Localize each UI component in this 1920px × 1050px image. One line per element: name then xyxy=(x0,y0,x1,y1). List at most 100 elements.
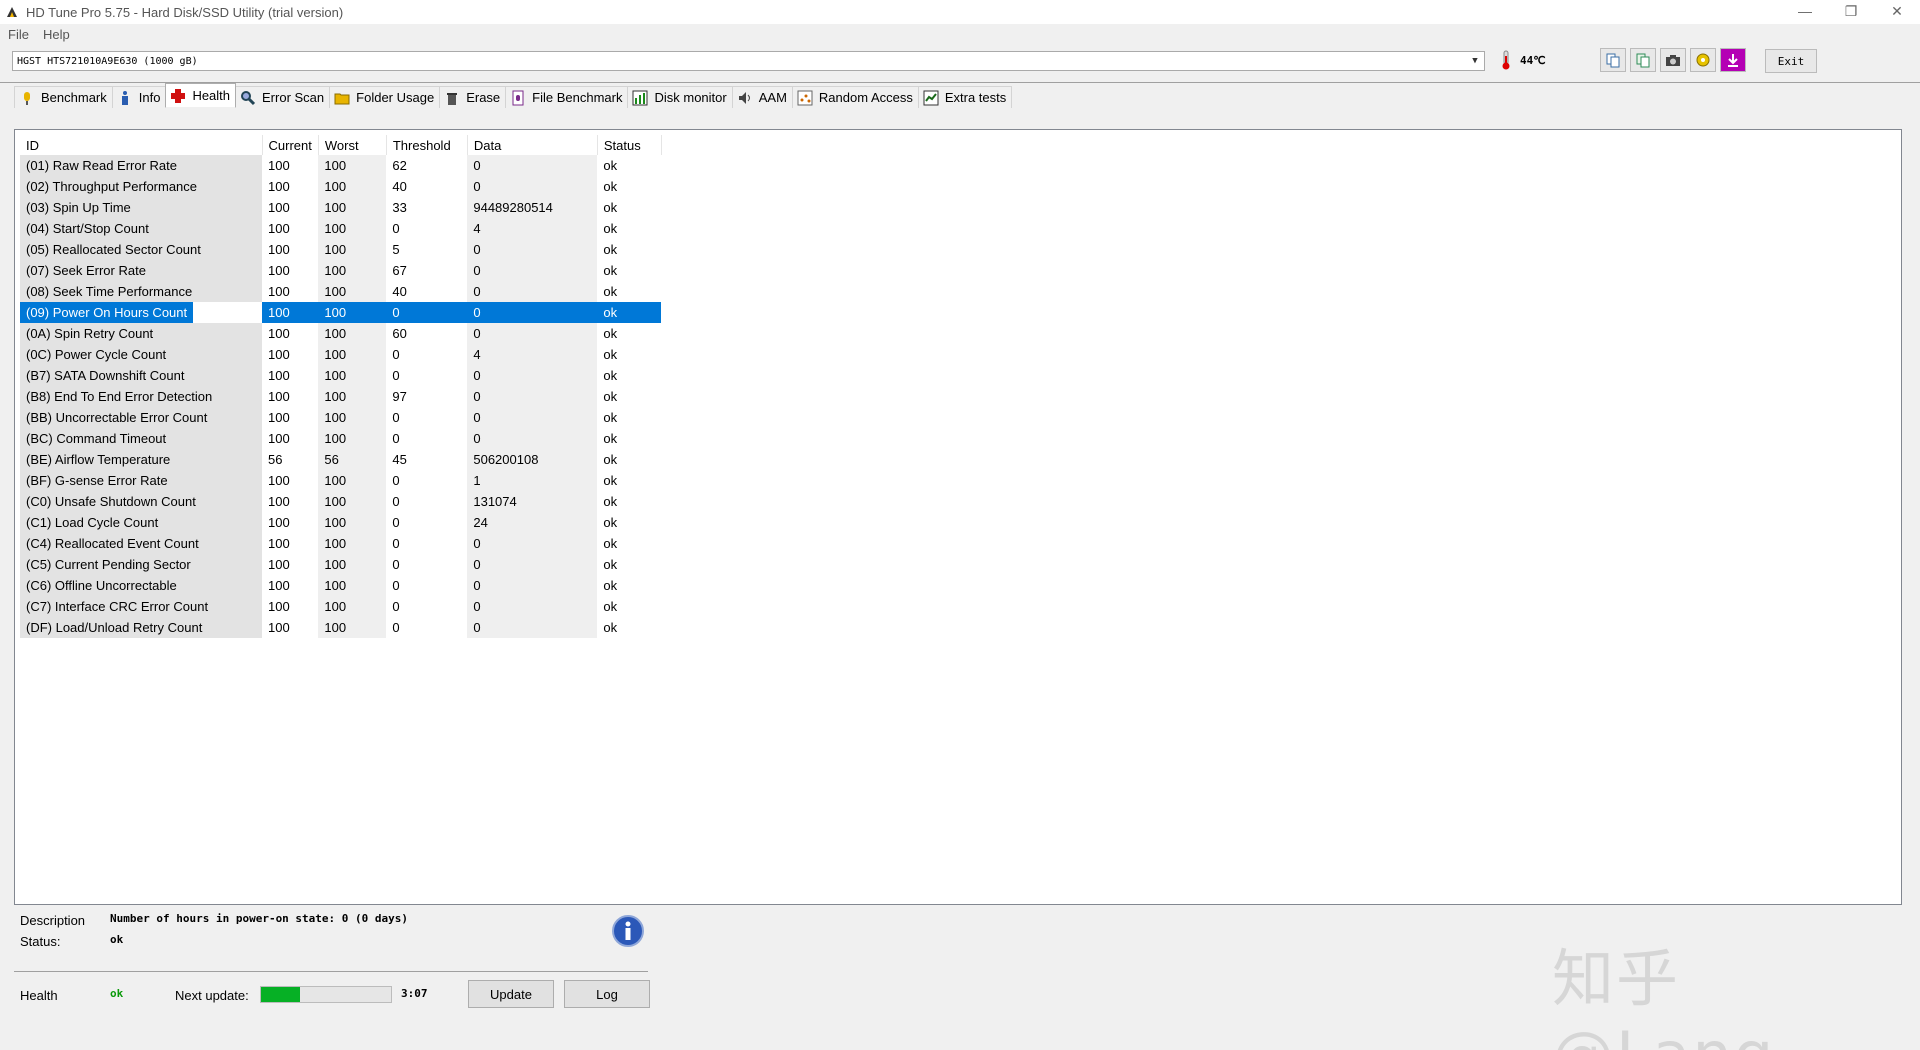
cell-id: (C7) Interface CRC Error Count xyxy=(20,596,262,617)
column-header-threshold[interactable]: Threshold xyxy=(386,135,468,155)
menu-help[interactable]: Help xyxy=(43,27,70,42)
column-header-current[interactable]: Current xyxy=(262,135,319,155)
cell-threshold: 0 xyxy=(386,302,468,323)
cell-data: 0 xyxy=(467,554,598,575)
tab-erase[interactable]: Erase xyxy=(439,86,507,108)
table-row[interactable]: (C6) Offline Uncorrectable 100 100 0 0 ok xyxy=(20,575,662,596)
cell-id: (BC) Command Timeout xyxy=(20,428,262,449)
table-row[interactable]: (08) Seek Time Performance 100 100 40 0 ok xyxy=(20,281,662,302)
restore-button[interactable]: ❐ xyxy=(1828,0,1874,22)
cell-current: 100 xyxy=(262,575,319,596)
table-row[interactable]: (03) Spin Up Time 100 100 33 94489280514 ok xyxy=(20,197,662,218)
column-header-id[interactable]: ID xyxy=(20,135,263,155)
temperature-value: 44℃ xyxy=(1520,53,1546,67)
cell-id: (09) Power On Hours Count xyxy=(20,302,262,323)
cell-current: 100 xyxy=(262,491,319,512)
tab-label: Health xyxy=(192,88,231,103)
description-label: Description xyxy=(20,913,86,928)
tab-folder-usage[interactable]: Folder Usage xyxy=(329,86,441,108)
copy-text-icon[interactable] xyxy=(1600,48,1626,72)
next-update-time: 3:07 xyxy=(401,987,428,1000)
update-button[interactable]: Update xyxy=(468,980,554,1008)
copy-all-icon[interactable] xyxy=(1630,48,1656,72)
cell-threshold: 45 xyxy=(386,449,468,470)
health-cross-icon xyxy=(170,88,186,104)
chevron-down-icon[interactable]: ▼ xyxy=(1466,52,1484,70)
table-row[interactable]: (DF) Load/Unload Retry Count 100 100 0 0 ok xyxy=(20,617,662,638)
table-row[interactable]: (09) Power On Hours Count 100 100 0 0 ok xyxy=(20,302,662,323)
cell-id: (07) Seek Error Rate xyxy=(20,260,262,281)
cell-status: ok xyxy=(597,239,662,260)
tab-extra-tests[interactable]: Extra tests xyxy=(917,86,1013,108)
tab-label: Benchmark xyxy=(41,90,107,105)
table-row[interactable]: (BF) G-sense Error Rate 100 100 0 1 ok xyxy=(20,470,662,491)
cell-status: ok xyxy=(597,365,662,386)
info-circle-icon xyxy=(612,915,644,947)
table-row[interactable]: (0A) Spin Retry Count 100 100 60 0 ok xyxy=(20,323,662,344)
tab-benchmark[interactable]: Benchmark xyxy=(14,86,113,108)
column-header-status[interactable]: Status xyxy=(597,135,662,155)
cell-id: (B8) End To End Error Detection xyxy=(20,386,262,407)
tab-label: Disk monitor xyxy=(654,90,727,105)
camera-icon[interactable] xyxy=(1660,48,1686,72)
table-row[interactable]: (07) Seek Error Rate 100 100 67 0 ok xyxy=(20,260,662,281)
cell-threshold: 0 xyxy=(386,533,468,554)
log-button[interactable]: Log xyxy=(564,980,650,1008)
table-row[interactable]: (BE) Airflow Temperature 56 56 45 506200108 o… xyxy=(20,449,662,470)
tab-info[interactable]: Info xyxy=(111,86,167,108)
speaker-icon xyxy=(737,90,753,106)
benchmark-icon xyxy=(19,90,35,106)
cell-current: 100 xyxy=(262,596,319,617)
table-row[interactable]: (BC) Command Timeout 100 100 0 0 ok xyxy=(20,428,662,449)
table-row[interactable]: (05) Reallocated Sector Count 100 100 5 0 ok xyxy=(20,239,662,260)
tab-aam[interactable]: AAM xyxy=(731,86,793,108)
tab-health[interactable]: Health xyxy=(165,83,237,107)
tab-bar: Benchmark Info Health Error Scan Folder … xyxy=(14,83,1013,108)
tab-error-scan[interactable]: Error Scan xyxy=(235,86,331,108)
menu-file[interactable]: File xyxy=(8,27,29,42)
cell-worst: 100 xyxy=(318,470,387,491)
cell-data: 0 xyxy=(467,281,598,302)
table-row[interactable]: (C0) Unsafe Shutdown Count 100 100 0 131074 o… xyxy=(20,491,662,512)
cell-data: 0 xyxy=(467,302,598,323)
table-row[interactable]: (C1) Load Cycle Count 100 100 0 24 ok xyxy=(20,512,662,533)
cell-id: (BF) G-sense Error Rate xyxy=(20,470,262,491)
table-row[interactable]: (C5) Current Pending Sector 100 100 0 0 ok xyxy=(20,554,662,575)
cell-id: (02) Throughput Performance xyxy=(20,176,262,197)
cell-status: ok xyxy=(597,302,662,323)
health-value: ok xyxy=(110,987,124,1000)
cell-current: 100 xyxy=(262,344,319,365)
table-row[interactable]: (C4) Reallocated Event Count 100 100 0 0 ok xyxy=(20,533,662,554)
table-row[interactable]: (B7) SATA Downshift Count 100 100 0 0 ok xyxy=(20,365,662,386)
cell-id: (05) Reallocated Sector Count xyxy=(20,239,262,260)
cell-data: 0 xyxy=(467,407,598,428)
tab-file-benchmark[interactable]: File Benchmark xyxy=(505,86,629,108)
table-row[interactable]: (C7) Interface CRC Error Count 100 100 0 0 ok xyxy=(20,596,662,617)
smart-attributes-table: ID Current Worst Threshold Data Status (… xyxy=(20,135,662,638)
table-row[interactable]: (0C) Power Cycle Count 100 100 0 4 ok xyxy=(20,344,662,365)
column-header-data[interactable]: Data xyxy=(467,135,598,155)
cell-id: (C6) Offline Uncorrectable xyxy=(20,575,262,596)
table-row[interactable]: (02) Throughput Performance 100 100 40 0 ok xyxy=(20,176,662,197)
table-row[interactable]: (B8) End To End Error Detection 100 100 97 0… xyxy=(20,386,662,407)
tab-random-access[interactable]: Random Access xyxy=(791,86,919,108)
options-icon[interactable] xyxy=(1690,48,1716,72)
cell-data: 0 xyxy=(467,323,598,344)
download-icon[interactable] xyxy=(1720,48,1746,72)
close-button[interactable]: ✕ xyxy=(1874,0,1920,22)
tab-disk-monitor[interactable]: Disk monitor xyxy=(627,86,733,108)
table-row[interactable]: (01) Raw Read Error Rate 100 100 62 0 ok xyxy=(20,155,662,176)
cell-worst: 100 xyxy=(318,491,387,512)
drive-select[interactable]: HGST HTS721010A9E630 (1000 gB) ▼ xyxy=(12,51,1485,71)
column-header-worst[interactable]: Worst xyxy=(318,135,387,155)
cell-data: 0 xyxy=(467,617,598,638)
exit-button[interactable]: Exit xyxy=(1765,49,1817,73)
progress-fill xyxy=(261,987,300,1002)
cell-threshold: 40 xyxy=(386,281,468,302)
table-row[interactable]: (04) Start/Stop Count 100 100 0 4 ok xyxy=(20,218,662,239)
cell-data: 131074 xyxy=(467,491,598,512)
cell-status: ok xyxy=(597,533,662,554)
minimize-button[interactable]: — xyxy=(1782,0,1828,22)
cell-status: ok xyxy=(597,176,662,197)
table-row[interactable]: (BB) Uncorrectable Error Count 100 100 0 0 ok xyxy=(20,407,662,428)
